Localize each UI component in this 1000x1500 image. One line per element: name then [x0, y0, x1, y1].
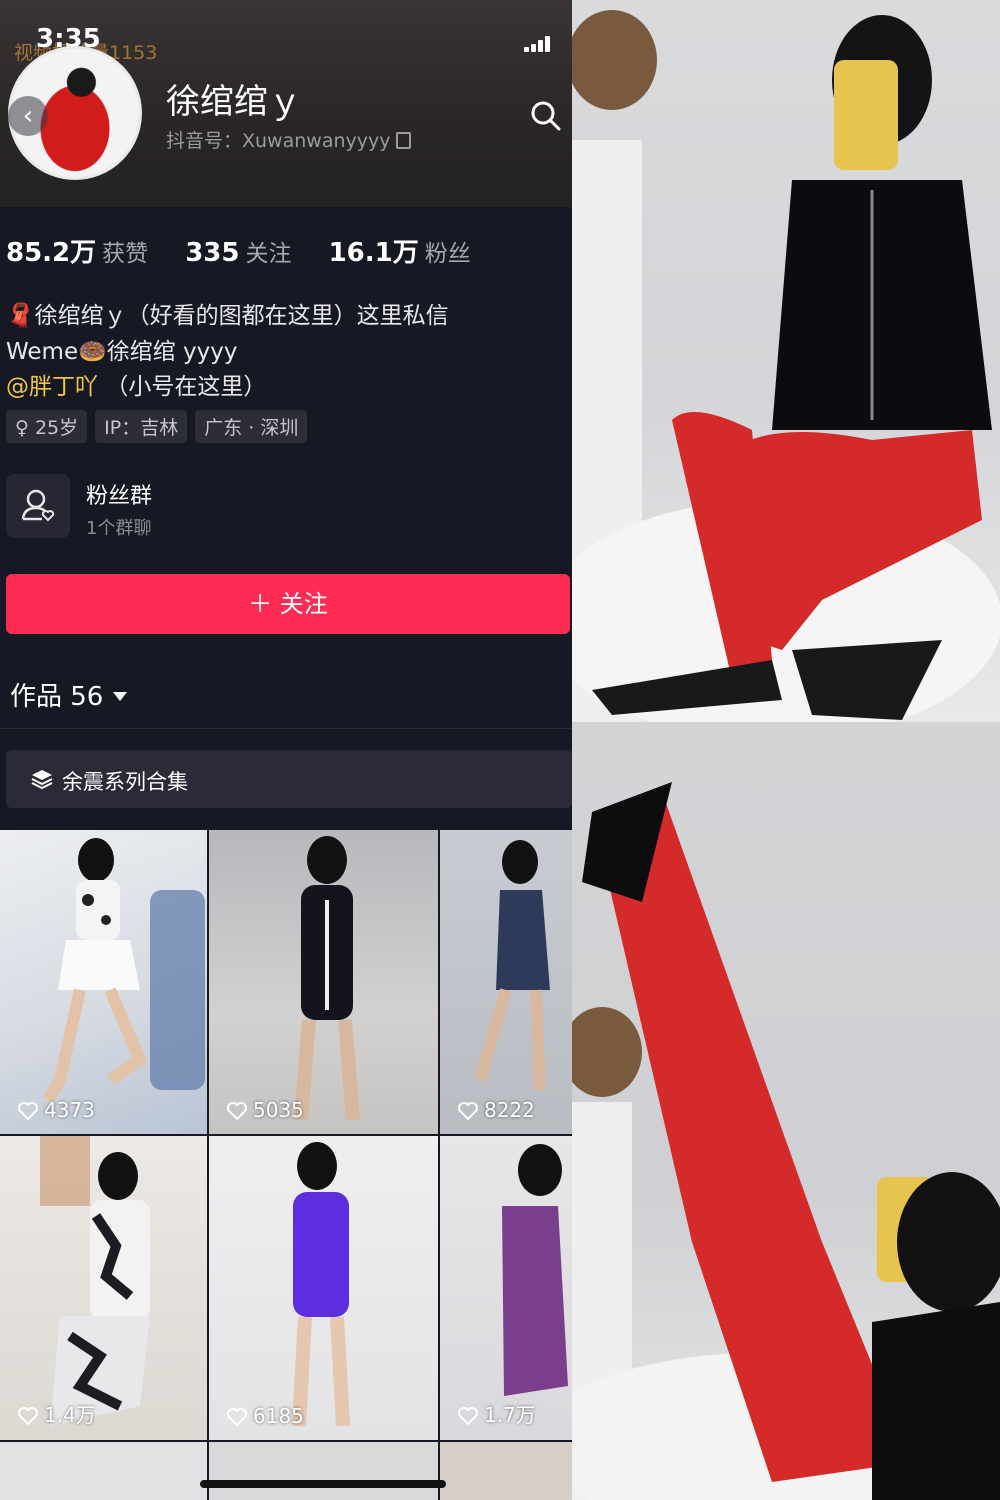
video-grid: 4373 5035 8222 1.4万 6185 1.7万 — [0, 830, 572, 1500]
video-thumbnail-art — [292, 1142, 350, 1427]
works-label: 作品 56 — [10, 682, 104, 712]
works-tab[interactable]: 作品 56 — [10, 676, 128, 713]
video-thumbnail[interactable] — [0, 1442, 207, 1500]
photo-top-art — [572, 10, 1000, 722]
signal-icon — [524, 36, 552, 52]
heart-icon — [458, 1102, 478, 1120]
video-thumbnail-art — [474, 840, 550, 1091]
video-thumbnail[interactable]: 5035 — [209, 830, 438, 1134]
photo-bottom — [572, 722, 1000, 1500]
video-thumbnail[interactable]: 1.7万 — [440, 1136, 572, 1440]
tag-age: ♀ 25岁 — [6, 410, 88, 443]
profile-header: 视频播放量1153 3:35 ‹ 徐绾绾ｙ 抖音号：Xuwanwanyyyy — [0, 0, 572, 207]
photo-panel — [572, 0, 1000, 1500]
home-indicator[interactable] — [200, 1480, 446, 1488]
collection-entry[interactable]: 余震系列合集 — [6, 750, 572, 808]
likes-count: 85.2万 — [6, 238, 97, 268]
douyin-id: 抖音号：Xuwanwanyyyy — [166, 126, 412, 153]
bio-line-2: Weme🍩徐绾绾 yyyy — [6, 339, 238, 365]
video-likes: 1.4万 — [18, 1399, 96, 1428]
profile-stats: 85.2万 获赞 335 关注 16.1万 粉丝 — [6, 232, 499, 269]
followers-label[interactable]: 粉丝 — [425, 241, 471, 267]
follow-button[interactable]: ＋ 关注 — [6, 574, 570, 634]
photo-top — [572, 0, 1000, 722]
tag-ip: IP：吉林 — [95, 410, 188, 443]
photo-bottom-art — [572, 782, 1000, 1500]
profile-name: 徐绾绾ｙ — [166, 82, 302, 122]
copy-icon[interactable] — [396, 132, 412, 149]
following-label[interactable]: 关注 — [246, 241, 292, 267]
followers-count[interactable]: 16.1万 — [329, 238, 419, 268]
heart-icon — [18, 1407, 38, 1425]
video-thumbnail[interactable]: 1.4万 — [0, 1136, 207, 1440]
profile-screen: 视频播放量1153 3:35 ‹ 徐绾绾ｙ 抖音号：Xuwanwanyyyy 8… — [0, 0, 572, 1500]
chevron-down-icon — [113, 692, 128, 701]
video-likes: 5035 — [227, 1098, 304, 1122]
search-icon[interactable] — [530, 100, 562, 132]
video-thumbnail[interactable] — [209, 1442, 438, 1500]
video-thumbnail-art — [294, 836, 360, 1121]
heart-icon — [458, 1407, 478, 1425]
layers-icon — [31, 770, 53, 790]
video-thumbnail-art — [42, 838, 205, 1104]
bio-mention-link[interactable]: @胖丁吖 — [6, 374, 98, 400]
video-thumbnail[interactable] — [440, 1442, 572, 1500]
video-likes: 6185 — [227, 1404, 304, 1428]
fan-group-title: 粉丝群 — [86, 484, 153, 509]
video-likes: 4373 — [18, 1098, 95, 1122]
bio-line-3-text: （小号在这里） — [105, 374, 267, 400]
back-icon[interactable]: ‹ — [8, 96, 48, 136]
tag-location: 广东 · 深圳 — [195, 410, 308, 443]
video-likes: 1.7万 — [458, 1399, 536, 1428]
heart-icon — [227, 1408, 247, 1426]
video-thumbnail[interactable]: 8222 — [440, 830, 572, 1134]
video-thumbnail-art — [40, 1136, 150, 1426]
profile-tags: ♀ 25岁 IP：吉林 广东 · 深圳 — [6, 410, 308, 443]
bio-line-1: 🧣徐绾绾ｙ（好看的图都在这里）这里私信 — [6, 303, 449, 329]
fan-group-icon — [6, 474, 70, 538]
fan-group-subtitle: 1个群聊 — [86, 518, 152, 539]
video-likes: 8222 — [458, 1098, 535, 1122]
video-thumbnail[interactable]: 4373 — [0, 830, 207, 1134]
bio-line-3: @胖丁吖 （小号在这里） — [6, 367, 266, 401]
heart-icon — [18, 1102, 38, 1120]
collection-label: 余震系列合集 — [62, 770, 188, 794]
following-count[interactable]: 335 — [185, 238, 239, 268]
likes-label: 获赞 — [102, 241, 149, 267]
video-thumbnail[interactable]: 6185 — [209, 1136, 438, 1440]
divider — [0, 728, 572, 729]
heart-icon — [227, 1102, 247, 1120]
video-thumbnail-art — [502, 1144, 568, 1396]
